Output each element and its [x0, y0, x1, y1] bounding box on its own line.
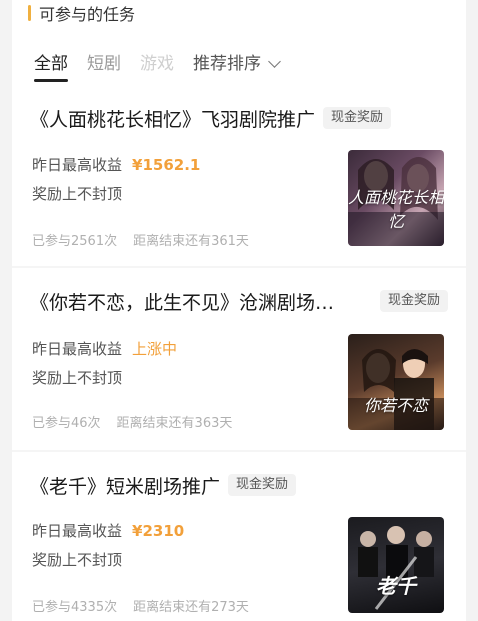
filter-tabs: 全部 短剧 游戏 推荐排序: [34, 52, 281, 82]
section-header: 可参与的任务: [28, 2, 135, 24]
drama-poster-image[interactable]: 人面桃花长相忆: [348, 150, 444, 246]
deadline-text: 距离结束还有361天: [133, 234, 249, 249]
reward-note: 奖励上不封顶: [32, 551, 123, 569]
earnings-row: 昨日最高收益 ¥2310: [32, 520, 184, 541]
reward-badge: 现金奖励: [379, 290, 448, 312]
task-item[interactable]: 《人面桃花长相忆》飞羽剧院推广 现金奖励 昨日最高收益 ¥1562.1 奖励上不…: [12, 103, 466, 283]
poster-title-art: 人面桃花长相忆: [348, 188, 444, 231]
divider: [12, 266, 466, 268]
sort-dropdown[interactable]: 推荐排序: [193, 52, 281, 76]
reward-note: 奖励上不封顶: [32, 185, 123, 203]
earnings-row: 昨日最高收益 ¥1562.1: [32, 154, 200, 175]
task-meta: 已参与46次 距离结束还有363天: [32, 412, 232, 431]
task-title-row: 《老千》短米剧场推广 现金奖励: [30, 470, 456, 500]
task-title: 《老千》短米剧场推广: [30, 475, 221, 498]
earnings-label: 昨日最高收益: [32, 340, 123, 358]
section-title: 可参与的任务: [39, 5, 136, 24]
section-accent-bar: [28, 5, 31, 21]
reward-badge: 现金奖励: [228, 474, 297, 496]
divider: [12, 450, 466, 452]
joined-count: 已参与2561次: [32, 234, 118, 249]
poster-title-art: 你若不恋: [363, 396, 428, 415]
drama-poster-image[interactable]: 老千: [348, 517, 444, 613]
task-list-card: 可参与的任务 全部 短剧 游戏 推荐排序 《人面桃花长相忆》飞羽剧院推广 现金奖…: [12, 0, 466, 621]
task-item[interactable]: 《老千》短米剧场推广 现金奖励 昨日最高收益 ¥2310 奖励上不封顶 已参与4…: [12, 470, 466, 621]
task-title-row: 《你若不恋，此生不见》沧渊剧场… 现金奖励: [30, 286, 456, 316]
earnings-label: 昨日最高收益: [32, 522, 123, 540]
tab-short-drama[interactable]: 短剧: [87, 52, 121, 76]
task-meta: 已参与4335次 距离结束还有273天: [32, 596, 249, 615]
task-item[interactable]: 《你若不恋，此生不见》沧渊剧场… 现金奖励 昨日最高收益 上涨中 奖励上不封顶 …: [12, 286, 466, 466]
task-title: 《你若不恋，此生不见》沧渊剧场…: [30, 291, 335, 314]
earnings-row: 昨日最高收益 上涨中: [32, 338, 177, 359]
earnings-value: 上涨中: [132, 340, 178, 358]
joined-count: 已参与46次: [32, 416, 101, 431]
task-title-row: 《人面桃花长相忆》飞羽剧院推广 现金奖励: [30, 103, 456, 133]
reward-badge: 现金奖励: [323, 107, 392, 129]
poster-title-art: 老千: [376, 574, 416, 598]
drama-poster-image[interactable]: 你若不恋: [348, 334, 444, 430]
earnings-label: 昨日最高收益: [32, 156, 123, 174]
chevron-down-icon: [268, 55, 281, 68]
task-title: 《人面桃花长相忆》飞羽剧院推广: [30, 108, 316, 131]
tab-games[interactable]: 游戏: [140, 52, 174, 76]
tab-all[interactable]: 全部: [34, 52, 68, 82]
sort-label: 推荐排序: [193, 54, 261, 74]
deadline-text: 距离结束还有363天: [116, 416, 233, 431]
joined-count: 已参与4335次: [32, 600, 118, 615]
deadline-text: 距离结束还有273天: [133, 600, 249, 615]
earnings-value: ¥1562.1: [132, 155, 201, 174]
task-meta: 已参与2561次 距离结束还有361天: [32, 230, 249, 249]
earnings-value: ¥2310: [132, 521, 185, 540]
reward-note: 奖励上不封顶: [32, 369, 123, 387]
